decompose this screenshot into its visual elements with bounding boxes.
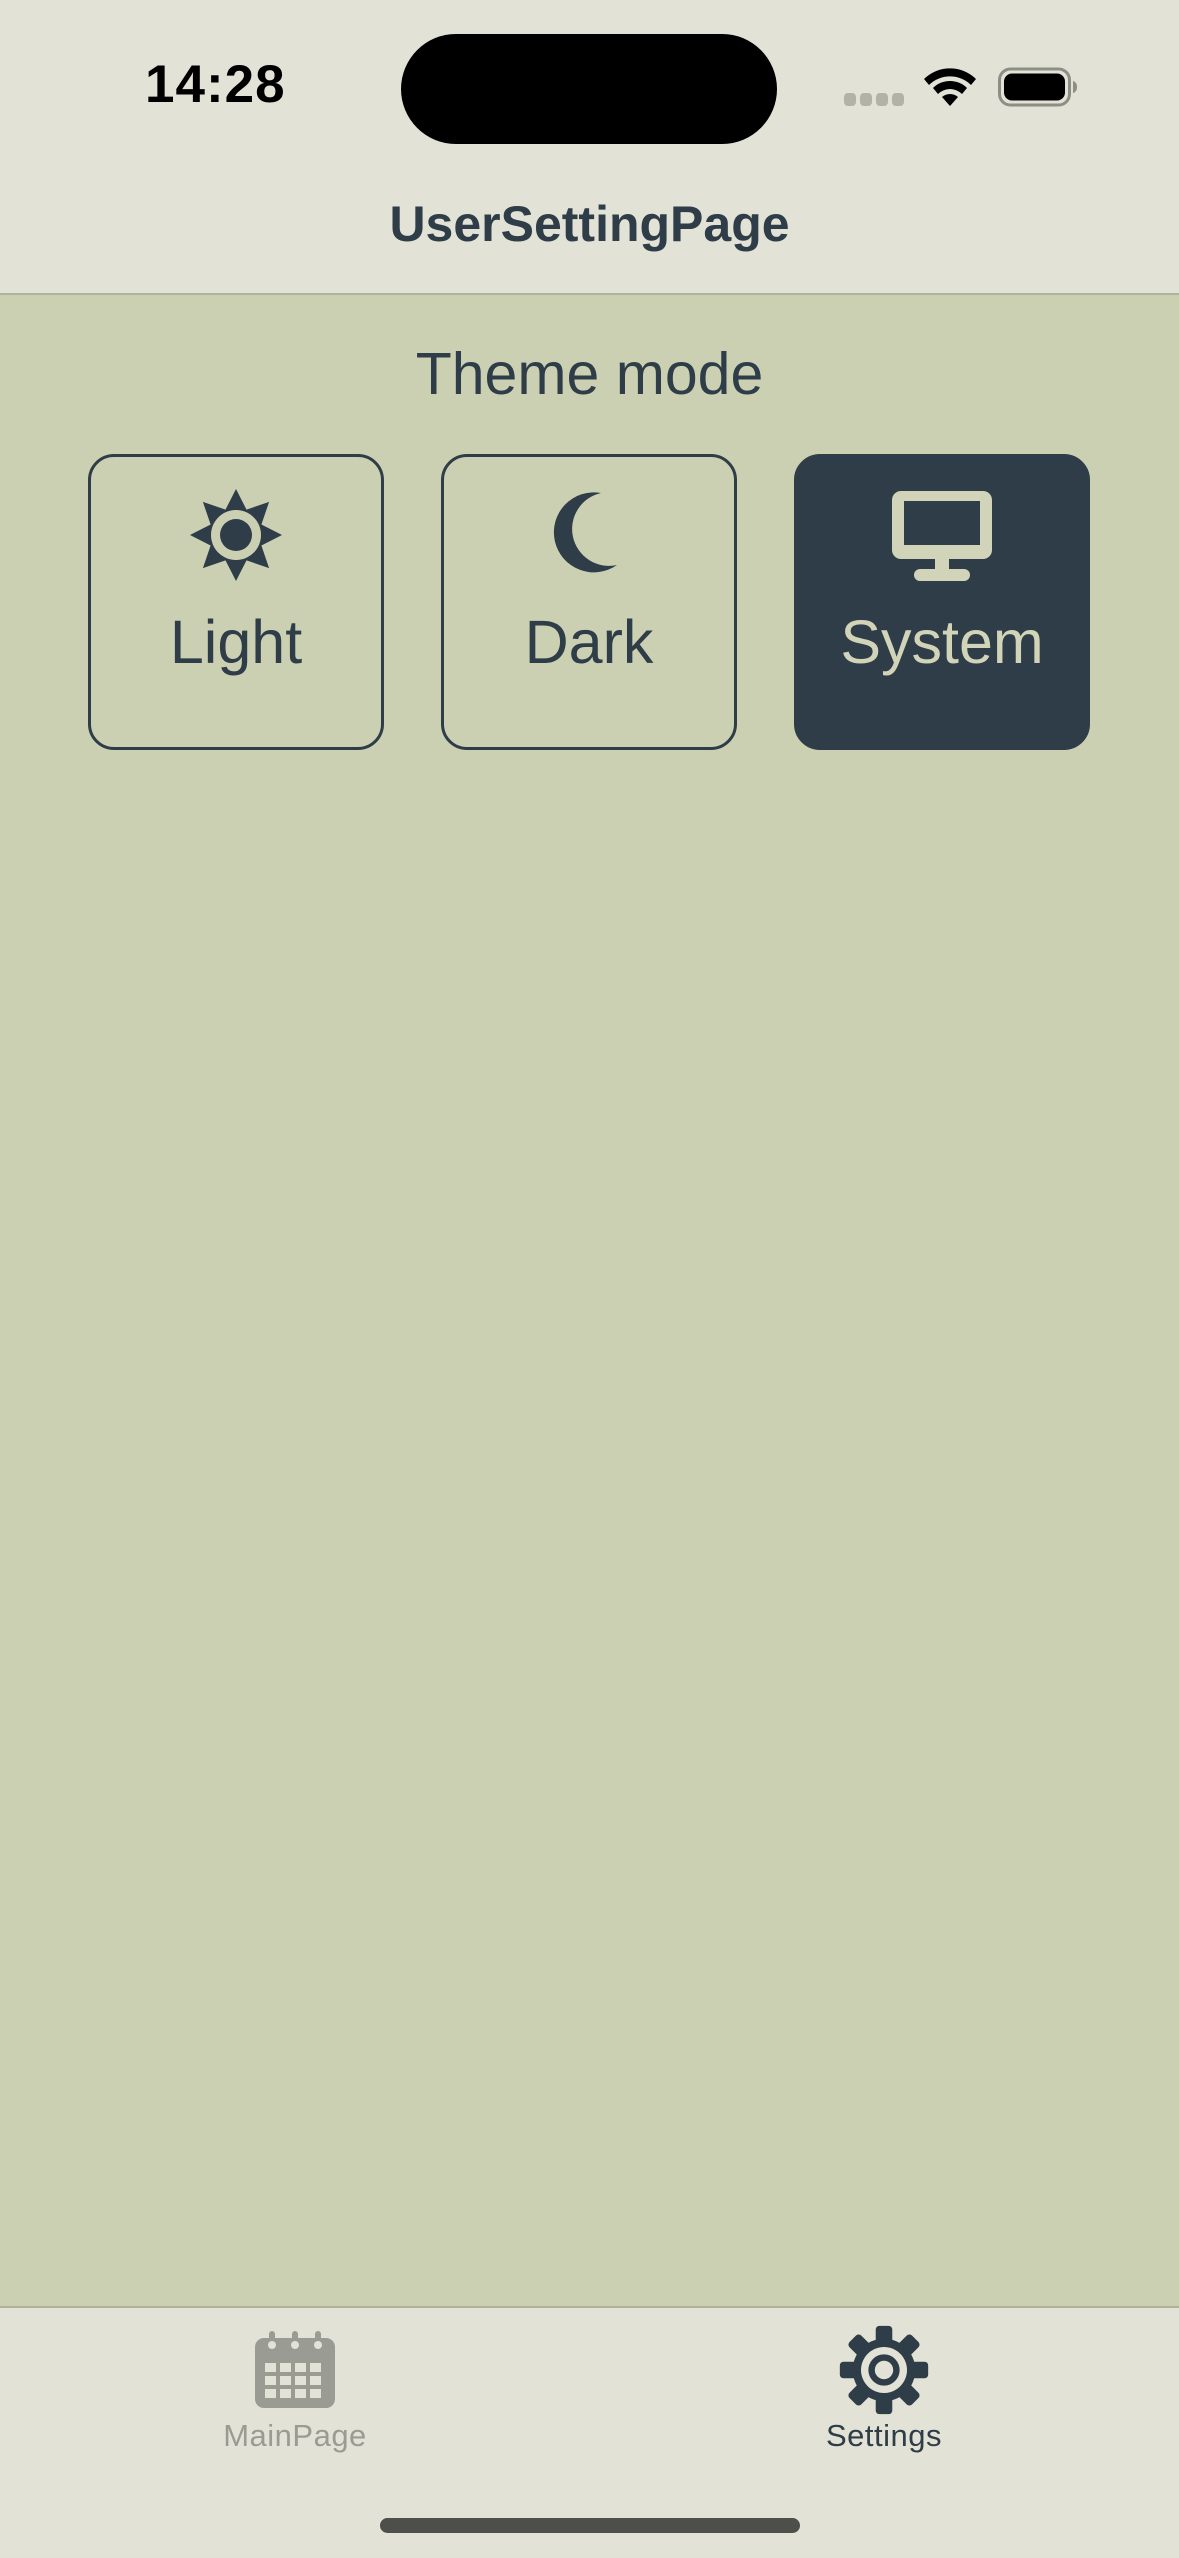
tab-settings-label: Settings: [825, 2418, 942, 2453]
tab-bar: MainPage Settings: [0, 2306, 1179, 2558]
top-bar: 14:28 UserSettingPage: [0, 0, 1179, 295]
home-indicator[interactable]: [380, 2518, 800, 2533]
monitor-icon: [797, 485, 1087, 585]
gear-icon: [734, 2324, 1034, 2416]
theme-system-label: System: [840, 608, 1044, 676]
theme-system-button[interactable]: System: [794, 454, 1090, 750]
status-time: 14:28: [145, 55, 286, 114]
theme-dark-button[interactable]: Dark: [441, 454, 737, 750]
tab-mainpage[interactable]: MainPage: [145, 2308, 445, 2468]
theme-light-label: Light: [169, 608, 303, 676]
tab-mainpage-label: MainPage: [223, 2418, 367, 2453]
calendar-icon: [145, 2324, 445, 2416]
sun-icon: [91, 485, 381, 585]
battery-icon: [998, 67, 1077, 107]
signal-dots-icon: [844, 93, 906, 107]
tab-settings[interactable]: Settings: [734, 2308, 1034, 2468]
theme-light-button[interactable]: Light: [88, 454, 384, 750]
theme-mode-title: Theme mode: [415, 341, 764, 407]
theme-dark-label: Dark: [524, 608, 654, 676]
moon-icon: [444, 485, 734, 585]
wifi-icon: [924, 68, 976, 106]
dynamic-island: [401, 34, 777, 144]
page-title: UserSettingPage: [389, 196, 790, 252]
